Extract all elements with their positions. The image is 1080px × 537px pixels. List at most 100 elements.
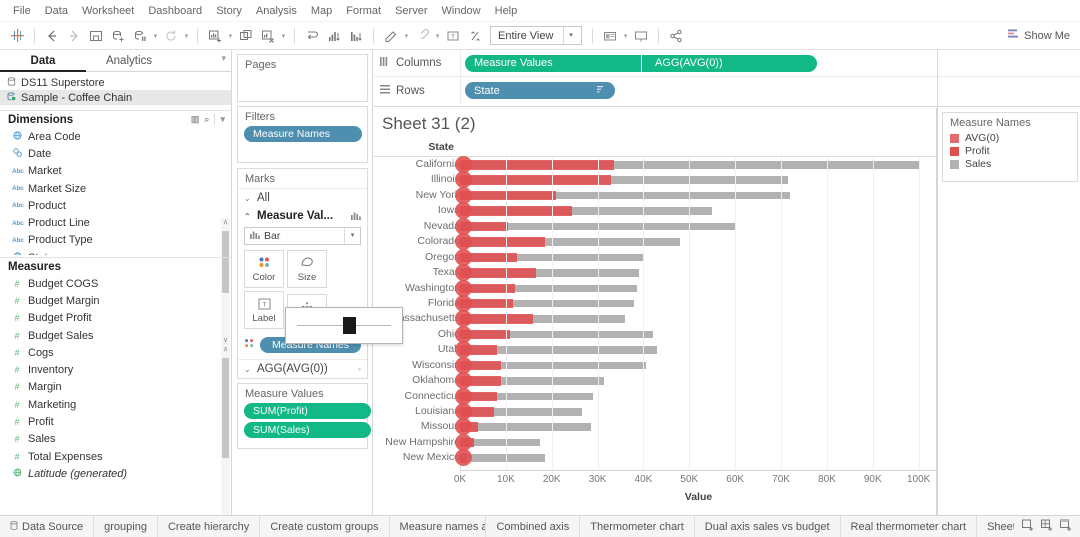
thermometer-bulb[interactable] bbox=[455, 249, 472, 266]
row-header-oklahoma[interactable]: Oklahoma bbox=[374, 373, 460, 388]
table-row[interactable]: Ohio bbox=[374, 327, 937, 342]
sheet-tab-thermometer-chart[interactable]: Thermometer chart bbox=[580, 516, 695, 537]
table-row[interactable]: Missouri bbox=[374, 419, 937, 434]
menu-item-dashboard[interactable]: Dashboard bbox=[141, 3, 209, 19]
chevron-down-icon[interactable]: ▾ bbox=[182, 25, 191, 47]
row-header-missouri[interactable]: Missouri bbox=[374, 419, 460, 434]
marks-agg-row[interactable]: ⌄ AGG(AVG(0)) ◦ bbox=[238, 359, 367, 378]
table-row[interactable]: Utah bbox=[374, 342, 937, 357]
row-header-louisiana[interactable]: Louisiana bbox=[374, 404, 460, 419]
table-row[interactable]: Connecticut bbox=[374, 389, 937, 404]
scroll-up-arrow-icon[interactable]: ∧ bbox=[221, 345, 230, 354]
row-header-new-york[interactable]: New York bbox=[374, 188, 460, 203]
measure-value-pill-profit[interactable]: SUM(Profit) bbox=[244, 403, 371, 419]
dimension-field-product-type[interactable]: AbcProduct Type bbox=[0, 232, 231, 249]
measure-field-inventory[interactable]: #Inventory bbox=[0, 361, 231, 378]
thermometer-bulb[interactable] bbox=[455, 357, 472, 374]
measure-field-cogs[interactable]: #Cogs bbox=[0, 344, 231, 361]
thermometer-bulb[interactable] bbox=[455, 280, 472, 297]
thermometer-bulb[interactable] bbox=[455, 171, 472, 188]
menu-item-window[interactable]: Window bbox=[435, 3, 488, 19]
menu-item-worksheet[interactable]: Worksheet bbox=[75, 3, 141, 19]
chevron-down-icon[interactable]: ▾ bbox=[402, 25, 411, 47]
table-row[interactable]: Colorado bbox=[374, 234, 937, 249]
measures-scrollbar[interactable]: ∧ ∨ bbox=[221, 345, 230, 537]
row-header-oregon[interactable]: Oregon bbox=[374, 250, 460, 265]
bar-profit[interactable] bbox=[460, 206, 572, 216]
table-row[interactable]: Oregon bbox=[374, 250, 937, 265]
table-row[interactable]: Nevada bbox=[374, 219, 937, 234]
legend-item-avg[interactable]: AVG(0) bbox=[943, 132, 1077, 145]
data-source-item-coffee-chain[interactable]: Sample - Coffee Chain bbox=[0, 90, 231, 105]
measure-field-sales[interactable]: #Sales bbox=[0, 431, 231, 448]
bar-sales[interactable] bbox=[460, 423, 591, 431]
dimension-field-product-line[interactable]: AbcProduct Line bbox=[0, 214, 231, 231]
show-mark-labels-icon[interactable]: T bbox=[442, 25, 464, 47]
chevron-down-icon[interactable]: ▾ bbox=[563, 27, 578, 44]
table-row[interactable]: California bbox=[374, 157, 937, 172]
rows-shelf[interactable]: Rows State bbox=[374, 77, 1080, 104]
chevron-down-icon[interactable]: ▾ bbox=[279, 25, 288, 47]
thermometer-bulb[interactable] bbox=[455, 403, 472, 420]
row-header-california[interactable]: California bbox=[374, 157, 460, 172]
color-button[interactable]: Color bbox=[244, 250, 284, 288]
size-slider-popup[interactable] bbox=[285, 307, 403, 344]
marks-all-row[interactable]: ⌄ All bbox=[238, 189, 367, 207]
columns-pill-measure-values[interactable]: Measure Values bbox=[465, 55, 641, 72]
presentation-mode-icon[interactable] bbox=[630, 25, 652, 47]
menu-item-file[interactable]: File bbox=[6, 3, 38, 19]
chevron-down-icon[interactable]: ⌄ bbox=[244, 194, 252, 203]
tab-data[interactable]: Data bbox=[0, 50, 86, 72]
thermometer-bulb[interactable] bbox=[455, 434, 472, 451]
sheet-tab-dual-axis[interactable]: Dual axis sales vs budget bbox=[695, 516, 841, 537]
table-row[interactable]: Louisiana bbox=[374, 404, 937, 419]
row-header-connecticut[interactable]: Connecticut bbox=[374, 389, 460, 404]
chevron-down-icon[interactable]: ▾ bbox=[621, 25, 630, 47]
measure-field-budget-cogs[interactable]: #Budget COGS bbox=[0, 275, 231, 292]
thermometer-bulb[interactable] bbox=[455, 372, 472, 389]
menu-item-help[interactable]: Help bbox=[488, 3, 525, 19]
chevron-down-icon[interactable]: ▾ bbox=[221, 53, 226, 64]
thermometer-bulb[interactable] bbox=[455, 233, 472, 250]
group-members-icon[interactable] bbox=[411, 25, 433, 47]
highlight-icon[interactable] bbox=[380, 25, 402, 47]
thermometer-bulb[interactable] bbox=[455, 388, 472, 405]
tableau-logo-icon[interactable] bbox=[6, 25, 28, 47]
thermometer-bulb[interactable] bbox=[455, 326, 472, 343]
table-row[interactable]: Oklahoma bbox=[374, 373, 937, 388]
new-worksheet-icon[interactable] bbox=[1022, 519, 1034, 534]
thermometer-bulb[interactable] bbox=[455, 310, 472, 327]
size-slider-track[interactable] bbox=[297, 325, 391, 326]
menu-item-analysis[interactable]: Analysis bbox=[249, 3, 304, 19]
row-header-new-mexico[interactable]: New Mexico bbox=[374, 450, 460, 465]
bar-profit[interactable] bbox=[460, 237, 545, 247]
thermometer-bulb[interactable] bbox=[455, 156, 472, 173]
measure-field-budget-sales[interactable]: #Budget Sales bbox=[0, 327, 231, 344]
row-header-texas[interactable]: Texas bbox=[374, 265, 460, 280]
bar-profit[interactable] bbox=[460, 175, 611, 185]
group-by-folder-icon[interactable]: ▥ bbox=[191, 114, 200, 125]
thermometer-bulb[interactable] bbox=[455, 449, 472, 466]
swap-rows-columns-icon[interactable] bbox=[301, 25, 323, 47]
columns-pill-agg-avg[interactable]: AGG(AVG(0)) bbox=[641, 55, 817, 72]
thermometer-bulb[interactable] bbox=[455, 218, 472, 235]
measure-values-card[interactable]: Measure Values SUM(Profit) SUM(Sales) bbox=[237, 383, 368, 449]
row-header-nevada[interactable]: Nevada bbox=[374, 219, 460, 234]
measure-field-budget-profit[interactable]: #Budget Profit bbox=[0, 310, 231, 327]
legend-item-profit[interactable]: Profit bbox=[943, 145, 1077, 158]
refresh-icon[interactable] bbox=[160, 25, 182, 47]
size-slider-thumb[interactable] bbox=[343, 317, 356, 334]
fix-axes-icon[interactable] bbox=[464, 25, 486, 47]
measures-list[interactable]: #Budget COGS#Budget Margin#Budget Profit… bbox=[0, 275, 231, 482]
columns-shelf[interactable]: Columns Measure Values AGG(AVG(0)) bbox=[374, 50, 1080, 77]
measure-field-budget-margin[interactable]: #Budget Margin bbox=[0, 292, 231, 309]
menu-item-server[interactable]: Server bbox=[388, 3, 434, 19]
row-header-washington[interactable]: Washington bbox=[374, 281, 460, 296]
thermometer-bulb[interactable] bbox=[455, 295, 472, 312]
rows-pill-state[interactable]: State bbox=[465, 82, 615, 99]
rows-drop-zone[interactable]: State bbox=[460, 77, 1080, 104]
table-row[interactable]: Texas bbox=[374, 265, 937, 280]
duplicate-sheet-icon[interactable] bbox=[235, 25, 257, 47]
row-header-utah[interactable]: Utah bbox=[374, 342, 460, 357]
bar-sales[interactable] bbox=[460, 454, 545, 462]
